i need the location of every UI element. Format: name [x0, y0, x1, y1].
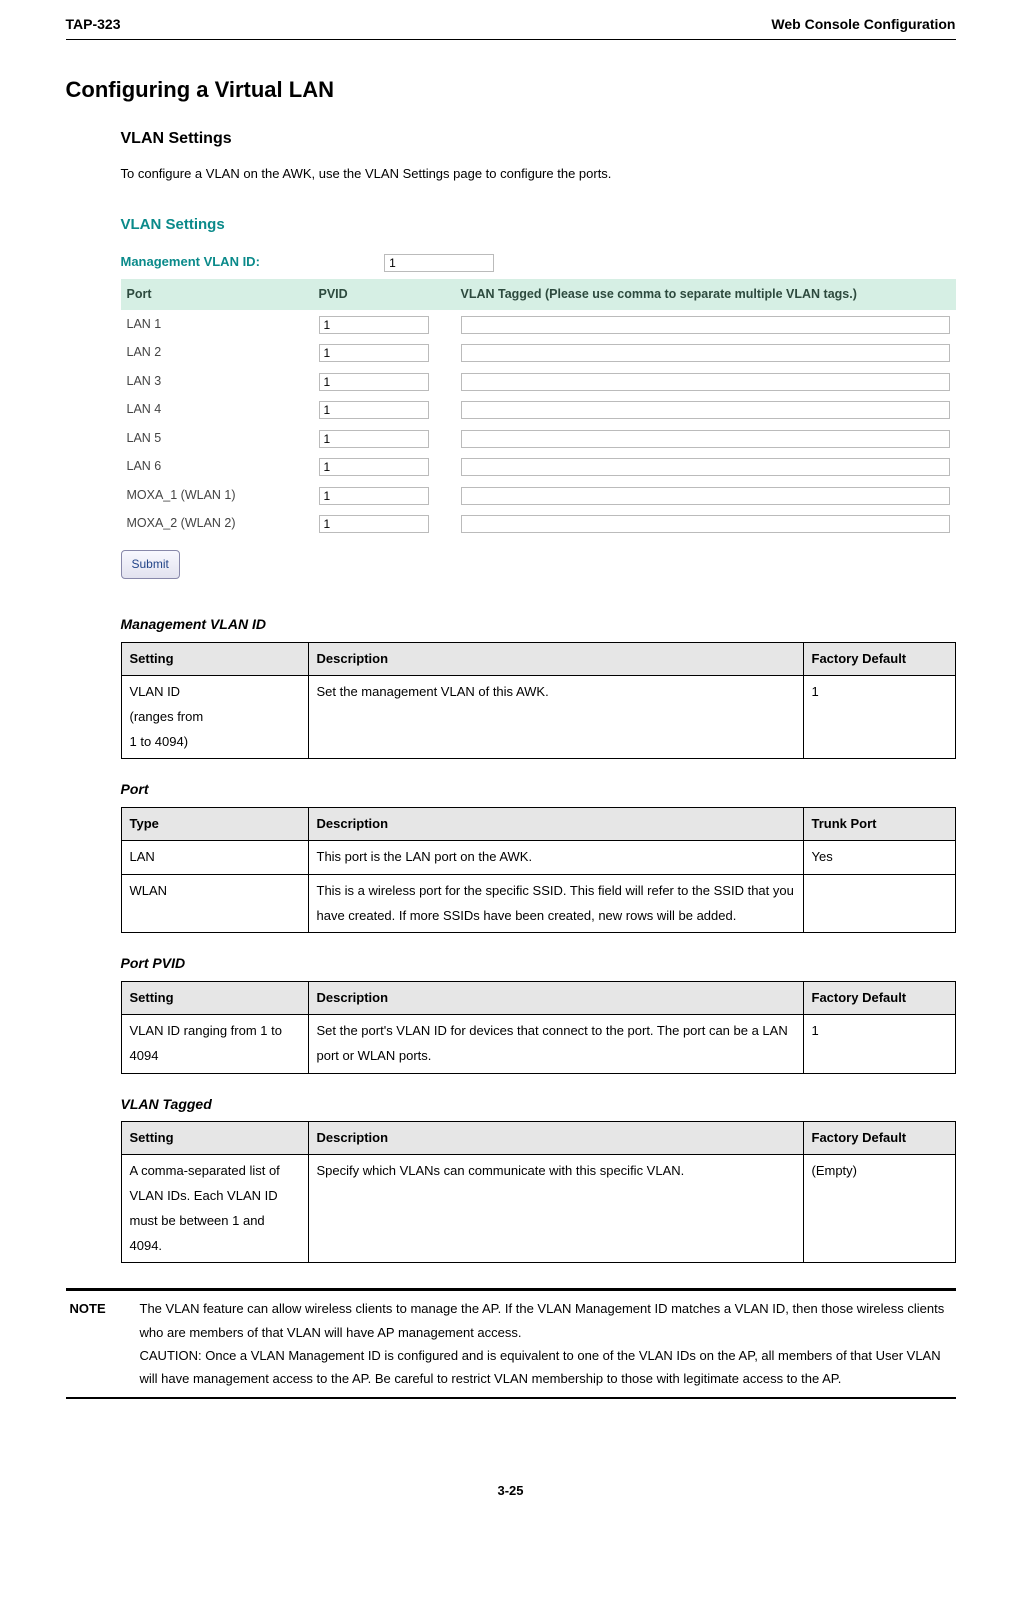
intro-text: To configure a VLAN on the AWK, use the …: [121, 162, 956, 185]
mgmt-h0: Setting: [121, 642, 308, 676]
col-pvid: PVID: [313, 279, 455, 310]
page-header: TAP-323 Web Console Configuration: [66, 12, 956, 40]
cell: Set the management VLAN of this AWK.: [308, 676, 803, 759]
tagged-h0: Setting: [121, 1121, 308, 1155]
port-cell: LAN 5: [121, 424, 313, 453]
pvid-input[interactable]: [319, 316, 429, 334]
cell: LAN: [121, 841, 308, 875]
col-tagged: VLAN Tagged (Please use comma to separat…: [455, 279, 956, 310]
table-row: LAN 5: [121, 424, 956, 453]
tagged-input[interactable]: [461, 430, 950, 448]
table-row: WLAN This is a wireless port for the spe…: [121, 874, 955, 932]
pvid-table: Setting Description Factory Default VLAN…: [121, 981, 956, 1074]
cell: VLAN ID (ranges from 1 to 4094): [121, 676, 308, 759]
port-cell: LAN 4: [121, 395, 313, 424]
vlan-settings-screenshot: VLAN Settings Management VLAN ID: Port P…: [121, 203, 956, 594]
note-box: NOTE The VLAN feature can allow wireless…: [66, 1288, 956, 1399]
cell: 1: [803, 676, 955, 759]
note-line2: CAUTION: Once a VLAN Management ID is co…: [140, 1348, 941, 1386]
cell: 1: [803, 1015, 955, 1073]
table-row: MOXA_2 (WLAN 2): [121, 509, 956, 538]
table-row: LAN 2: [121, 338, 956, 367]
tagged-input[interactable]: [461, 515, 950, 533]
pvid-input[interactable]: [319, 430, 429, 448]
col-port: Port: [121, 279, 313, 310]
pvid-h0: Setting: [121, 981, 308, 1015]
cell: This port is the LAN port on the AWK.: [308, 841, 803, 875]
cell: WLAN: [121, 874, 308, 932]
pvid-input[interactable]: [319, 401, 429, 419]
screenshot-title: VLAN Settings: [121, 211, 956, 238]
note-line1: The VLAN feature can allow wireless clie…: [140, 1301, 945, 1339]
cell: Yes: [803, 841, 955, 875]
header-left: TAP-323: [66, 12, 121, 37]
cell: [803, 874, 955, 932]
port-h2: Trunk Port: [803, 807, 955, 841]
mgmt-table: Setting Description Factory Default VLAN…: [121, 642, 956, 760]
ports-table: Port PVID VLAN Tagged (Please use comma …: [121, 279, 956, 538]
tagged-input[interactable]: [461, 373, 950, 391]
table-row: MOXA_1 (WLAN 1): [121, 481, 956, 510]
mgmt-h1: Description: [308, 642, 803, 676]
table-row: VLAN ID (ranges from 1 to 4094) Set the …: [121, 676, 955, 759]
cell: (Empty): [803, 1155, 955, 1263]
tagged-input[interactable]: [461, 401, 950, 419]
table-row: LAN 4: [121, 395, 956, 424]
tagged-h1: Description: [308, 1121, 803, 1155]
port-cell: MOXA_1 (WLAN 1): [121, 481, 313, 510]
port-cell: LAN 2: [121, 338, 313, 367]
pvid-input[interactable]: [319, 344, 429, 362]
cell: A comma-separated list of VLAN IDs. Each…: [121, 1155, 308, 1263]
cell: VLAN ID ranging from 1 to 4094: [121, 1015, 308, 1073]
port-cell: LAN 1: [121, 310, 313, 339]
mgmt-title: Management VLAN ID: [121, 612, 956, 637]
pvid-h1: Description: [308, 981, 803, 1015]
table-row: A comma-separated list of VLAN IDs. Each…: [121, 1155, 955, 1263]
pvid-input[interactable]: [319, 373, 429, 391]
table-row: LAN This port is the LAN port on the AWK…: [121, 841, 955, 875]
port-cell: LAN 6: [121, 452, 313, 481]
note-text: The VLAN feature can allow wireless clie…: [140, 1297, 956, 1391]
tagged-table: Setting Description Factory Default A co…: [121, 1121, 956, 1263]
mgmt-vlan-input[interactable]: [384, 254, 494, 272]
table-row: LAN 1: [121, 310, 956, 339]
page-number: 3-25: [66, 1479, 956, 1502]
subsection-heading: VLAN Settings: [121, 125, 956, 154]
mgmt-vlan-label: Management VLAN ID:: [121, 250, 381, 273]
port-h1: Description: [308, 807, 803, 841]
cell: Set the port's VLAN ID for devices that …: [308, 1015, 803, 1073]
port-title: Port: [121, 777, 956, 802]
table-row: LAN 6: [121, 452, 956, 481]
section-heading: Configuring a Virtual LAN: [66, 70, 956, 110]
tagged-input[interactable]: [461, 316, 950, 334]
tagged-input[interactable]: [461, 344, 950, 362]
pvid-h2: Factory Default: [803, 981, 955, 1015]
tagged-h2: Factory Default: [803, 1121, 955, 1155]
pvid-input[interactable]: [319, 515, 429, 533]
port-cell: LAN 3: [121, 367, 313, 396]
table-row: LAN 3: [121, 367, 956, 396]
port-h0: Type: [121, 807, 308, 841]
pvid-title: Port PVID: [121, 951, 956, 976]
pvid-input[interactable]: [319, 487, 429, 505]
tagged-title: VLAN Tagged: [121, 1092, 956, 1117]
tagged-input[interactable]: [461, 487, 950, 505]
port-table: Type Description Trunk Port LAN This por…: [121, 807, 956, 934]
pvid-input[interactable]: [319, 458, 429, 476]
table-row: VLAN ID ranging from 1 to 4094 Set the p…: [121, 1015, 955, 1073]
port-cell: MOXA_2 (WLAN 2): [121, 509, 313, 538]
note-label: NOTE: [66, 1297, 140, 1391]
cell: This is a wireless port for the specific…: [308, 874, 803, 932]
header-right: Web Console Configuration: [771, 12, 955, 37]
submit-button[interactable]: Submit: [121, 550, 180, 580]
mgmt-h2: Factory Default: [803, 642, 955, 676]
cell: Specify which VLANs can communicate with…: [308, 1155, 803, 1263]
tagged-input[interactable]: [461, 458, 950, 476]
